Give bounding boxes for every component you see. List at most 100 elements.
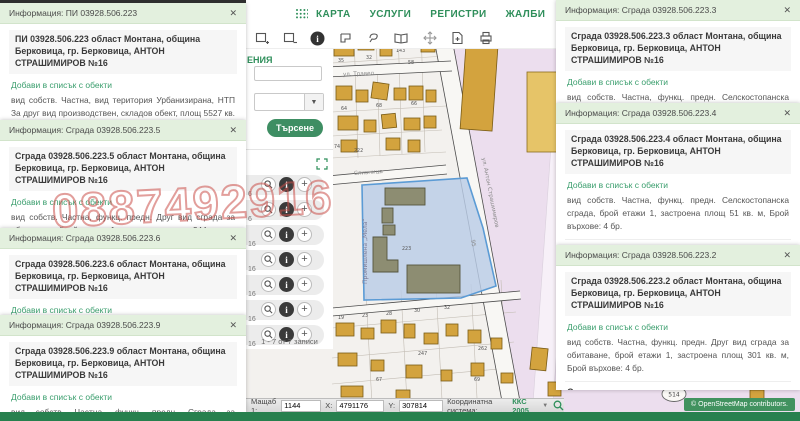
svg-text:262: 262	[478, 346, 487, 352]
nav-item-uslugi[interactable]: УСЛУГИ	[370, 9, 412, 20]
pan-icon[interactable]	[422, 31, 437, 46]
close-icon[interactable]: ✕	[783, 5, 791, 16]
info-panel-pi-223: Информация: ПИ 03928.506.223 ✕ ПИ 03928.…	[0, 3, 246, 120]
add-to-list-link[interactable]: Добави в списък с обекти	[567, 77, 791, 87]
info-icon[interactable]: i	[279, 302, 294, 317]
panel-header: Информация: Сграда 03928.506.223.6 ✕	[0, 228, 246, 249]
info-panel-bld-223-3: Информация: Сграда 03928.506.223.3 ✕ Сгр…	[556, 0, 800, 103]
object-title: Сграда 03928.506.223.4 област Монтана, о…	[565, 130, 791, 174]
x-coordinate-input[interactable]	[336, 400, 384, 412]
app-window: ул. Травел Сливница ул. Антон Страшимиро…	[0, 0, 800, 421]
coordinate-search-icon[interactable]	[552, 398, 564, 413]
svg-text:69: 69	[474, 377, 480, 383]
add-to-list-link[interactable]: Добави в списък с обекти	[567, 180, 791, 190]
svg-text:66: 66	[411, 101, 417, 107]
object-attributes: вид собств. Частна, функц. предн. Друг в…	[565, 336, 791, 375]
close-icon[interactable]: ✕	[229, 125, 237, 136]
zoom-to-icon[interactable]	[261, 302, 276, 317]
info-icon[interactable]: i	[279, 277, 294, 292]
add-icon[interactable]: +	[297, 252, 312, 267]
add-icon[interactable]: +	[297, 277, 312, 292]
panel-header: Информация: Сграда 03928.506.223.2 ✕	[556, 245, 800, 266]
object-title: Сграда 03928.506.223.2 област Монтана, о…	[565, 272, 791, 316]
info-icon[interactable]: i	[279, 227, 294, 242]
svg-text:74: 74	[334, 144, 340, 150]
search-type-select[interactable]: ▼	[254, 93, 324, 111]
add-to-list-link[interactable]: Добави в списък с обекти	[11, 80, 237, 90]
expand-results-icon[interactable]	[316, 157, 328, 169]
zoom-to-icon[interactable]	[261, 202, 276, 217]
add-to-list-link[interactable]: Добави в списък с обекти	[567, 322, 791, 332]
info-icon[interactable]: i	[279, 252, 294, 267]
divider	[246, 149, 333, 150]
svg-text:28: 28	[386, 311, 392, 317]
y-coordinate-input[interactable]	[399, 400, 443, 412]
parcel-number-highlight: 223	[402, 246, 411, 252]
add-icon[interactable]: +	[297, 202, 312, 217]
chevron-down-icon[interactable]: ▼	[542, 403, 548, 409]
legend-book-icon[interactable]	[394, 31, 409, 46]
info-panel-bld-223-4: Информация: Сграда 03928.506.223.4 ✕ Сгр…	[556, 103, 800, 245]
add-to-list-link[interactable]: Добави в списък с обекти	[11, 305, 237, 315]
info-panel-bld-223-2: Информация: Сграда 03928.506.223.2 ✕ Сгр…	[556, 245, 800, 390]
search-button[interactable]: Търсене	[267, 119, 323, 137]
panel-header: Информация: Сграда 03928.506.223.4 ✕	[556, 103, 800, 124]
search-input[interactable]	[254, 66, 322, 81]
add-icon[interactable]: +	[297, 227, 312, 242]
select-polygon-icon[interactable]	[338, 31, 353, 46]
add-icon[interactable]: +	[297, 302, 312, 317]
svg-text:247: 247	[418, 351, 427, 357]
apps-grid-icon[interactable]	[294, 7, 309, 22]
svg-text:32: 32	[444, 305, 450, 311]
select-rect-subtract-icon[interactable]	[282, 31, 297, 46]
info-panel-bld-223-5: Информация: Сграда 03928.506.223.5 ✕ Сгр…	[0, 120, 246, 228]
y-label: Y:	[388, 401, 395, 410]
info-icon[interactable]: i	[279, 177, 294, 192]
close-icon[interactable]: ✕	[229, 8, 237, 19]
close-icon[interactable]: ✕	[783, 108, 791, 119]
info-tool-icon[interactable]: i	[310, 31, 325, 46]
nav-item-karta[interactable]: КАРТА	[316, 9, 351, 20]
main-order-heading: Основна заповед	[565, 381, 791, 390]
object-title: Сграда 03928.506.223.3 област Монтана, о…	[565, 27, 791, 71]
nav-item-registri[interactable]: РЕГИСТРИ	[430, 9, 486, 20]
select-rect-add-icon[interactable]	[254, 31, 269, 46]
osm-attribution[interactable]: © OpenStreetMap contributors.	[684, 398, 795, 411]
zoom-to-icon[interactable]	[261, 177, 276, 192]
new-document-icon[interactable]	[450, 31, 465, 46]
object-title: Сграда 03928.506.223.9 област Монтана, о…	[9, 342, 237, 386]
zoom-to-icon[interactable]	[261, 252, 276, 267]
add-icon[interactable]: +	[297, 177, 312, 192]
svg-text:30: 30	[414, 308, 420, 314]
svg-text:67: 67	[376, 377, 382, 383]
svg-text:514: 514	[668, 392, 680, 399]
info-icon[interactable]: i	[279, 202, 294, 217]
svg-text:32: 32	[366, 55, 372, 61]
select-lasso-icon[interactable]	[366, 31, 381, 46]
svg-text:64: 64	[341, 106, 347, 112]
add-to-list-link[interactable]: Добави в списък с обекти	[11, 392, 237, 402]
object-title: Сграда 03928.506.223.6 област Монтана, о…	[9, 255, 237, 299]
map-statusbar: Мащаб 1: X: Y: Координатна система: ККС …	[246, 398, 564, 412]
zoom-to-icon[interactable]	[261, 227, 276, 242]
panel-header: Информация: Сграда 03928.506.223.3 ✕	[556, 0, 800, 21]
map-toolbar: i	[246, 28, 558, 49]
info-panel-bld-223-6: Информация: Сграда 03928.506.223.6 ✕ Сгр…	[0, 228, 246, 315]
print-icon[interactable]	[478, 31, 493, 46]
object-attributes: вид собств. Частна, вид територия Урбани…	[9, 94, 237, 120]
svg-text:58: 58	[408, 60, 414, 66]
close-icon[interactable]: ✕	[229, 233, 237, 244]
object-title: ПИ 03928.506.223 област Монтана, община …	[9, 30, 237, 74]
scale-input[interactable]	[281, 400, 321, 412]
close-icon[interactable]: ✕	[783, 250, 791, 261]
nav-item-zhalbi[interactable]: ЖАЛБИ	[506, 9, 546, 20]
zoom-to-icon[interactable]	[261, 277, 276, 292]
svg-text:19: 19	[338, 315, 344, 321]
pagination-text: 1 - 7 от 7 записи	[246, 337, 333, 346]
svg-text:68: 68	[376, 103, 382, 109]
chevron-down-icon[interactable]: ▼	[304, 94, 323, 110]
object-attributes: вид собств. Частна, функц. предн. Друг в…	[9, 211, 237, 228]
close-icon[interactable]: ✕	[229, 320, 237, 331]
add-to-list-link[interactable]: Добави в списък с обекти	[11, 197, 237, 207]
object-attributes: вид собств. Частна, функц. предн. Селско…	[565, 91, 791, 103]
